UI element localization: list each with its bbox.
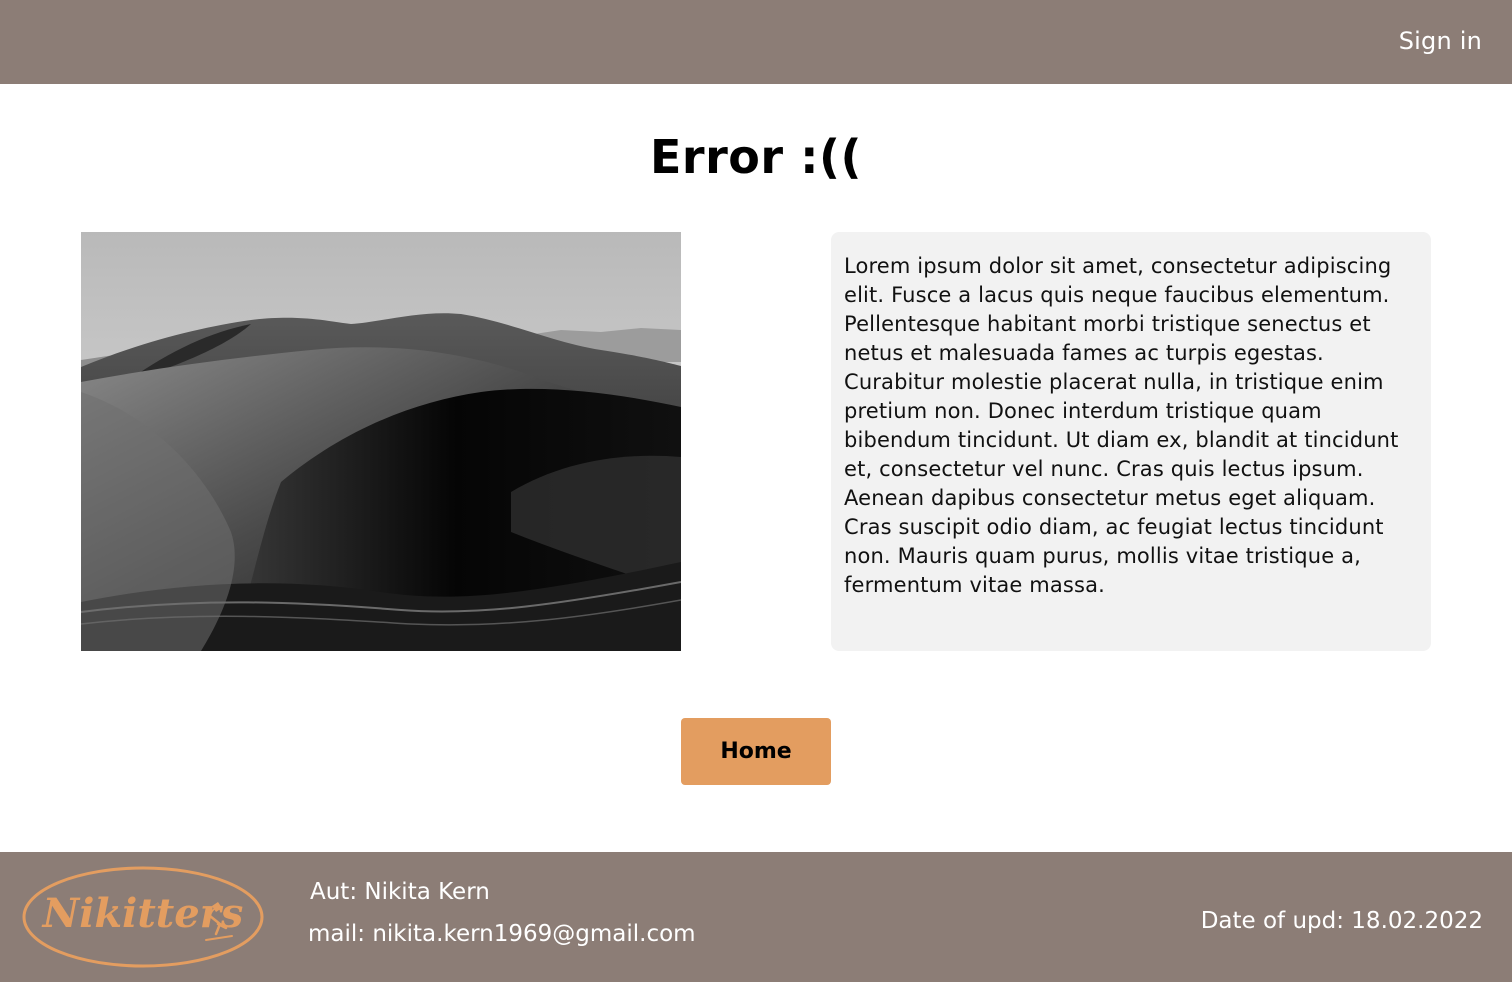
- description-card: Lorem ipsum dolor sit amet, consectetur …: [831, 232, 1431, 651]
- mail-text[interactable]: mail: nikita.kern1969@gmail.com: [308, 921, 696, 947]
- desert-dunes-image: [81, 232, 681, 651]
- nikitters-logo[interactable]: Nikitters: [22, 866, 264, 968]
- header-bar: Sign in: [0, 0, 1512, 84]
- logo-text: Nikitters: [42, 890, 244, 937]
- footer-bar: Nikitters Aut: Nikita Kern mail: nikita.…: [0, 852, 1512, 982]
- update-date-text: Date of upd: 18.02.2022: [1200, 908, 1483, 934]
- author-text: Aut: Nikita Kern: [310, 879, 490, 905]
- sign-in-link[interactable]: Sign in: [1399, 27, 1482, 55]
- page-title: Error :((: [649, 130, 863, 184]
- home-button[interactable]: Home: [681, 718, 831, 785]
- description-text: Lorem ipsum dolor sit amet, consectetur …: [844, 254, 1399, 597]
